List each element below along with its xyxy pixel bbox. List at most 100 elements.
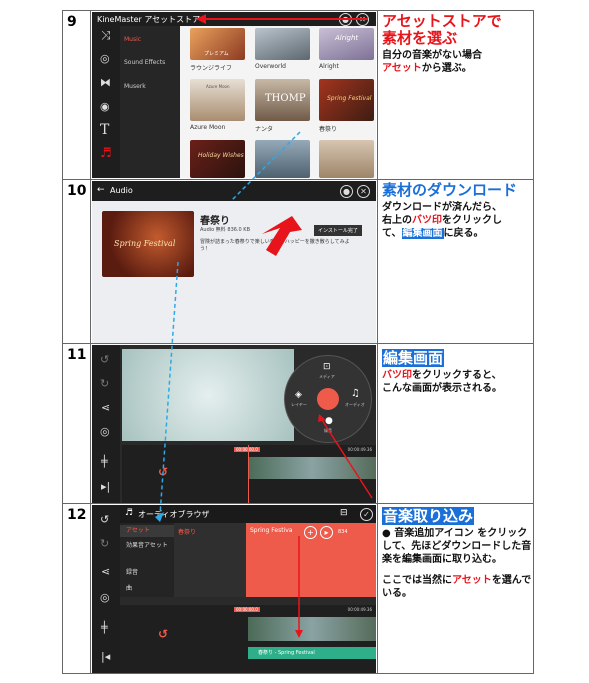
sidebar-item-sfx[interactable]: 効果音アセット (126, 540, 172, 549)
item-description: 冒険が詰まった春祭りで楽しい音楽でハッピーを撒き散らしてみよう！ (200, 239, 350, 252)
undo-icon[interactable]: ↺ (100, 353, 109, 366)
step-number: 11 (63, 344, 91, 504)
account-icon[interactable]: ● (339, 13, 352, 26)
screen-title: Audio (110, 186, 133, 195)
audio-detail-screenshot: ← Audio ● ✕ Spring Festival 春祭り Audio 無料… (92, 181, 376, 343)
item-meta: Audio 無料 836.0 KB (200, 227, 251, 233)
category-icon-bar: ⤨ ◎ ⧓ ◉ T ♬ (92, 26, 120, 178)
split-icon[interactable]: ╪ (101, 621, 108, 634)
music-note-icon: ♬ (125, 508, 134, 518)
play-icon[interactable]: ▸| (101, 480, 110, 493)
playhead[interactable] (248, 445, 249, 503)
window-title: KineMaster アセットストア (97, 15, 201, 24)
track-size: 834 (338, 529, 348, 535)
asset-thumb[interactable] (319, 140, 374, 178)
play-preview-icon[interactable]: ▸ (320, 526, 333, 539)
timeline: 00:00:00.0 00:00:49.36 ↺ (122, 445, 376, 503)
desc-heading-highlight: アセットストア (382, 12, 487, 30)
asset-label: Azure Moon (190, 124, 226, 131)
sidebar-item-muserk[interactable]: Muserk (124, 83, 146, 90)
step-number: 9 (63, 11, 91, 179)
text-icon[interactable]: T (100, 122, 109, 138)
desc-heading: 編集画面 (382, 349, 445, 367)
sidebar-item-sound-effects[interactable]: Sound Effects (124, 59, 165, 66)
sidebar-item-songs[interactable]: 曲 (126, 583, 132, 592)
confirm-icon[interactable]: ✓ (360, 508, 373, 521)
desc-body: こんな画面が表示される。 (382, 383, 502, 394)
title-bar: ← Audio ● ✕ (92, 181, 376, 201)
asset-thumb-alright[interactable]: Alright (319, 28, 374, 60)
desc-body: ダウンロードが済んだら、 (382, 202, 502, 213)
time-total: 00:00:49.36 (347, 447, 372, 452)
asset-thumb-spring-festival[interactable]: Spring Festival (319, 79, 374, 121)
category-list: 春祭り (174, 523, 246, 597)
asset-thumb-overworld[interactable] (255, 28, 310, 60)
track-list: Spring Festiva + ▸ 834 (246, 523, 376, 597)
asset-thumb-azure-moon[interactable]: Azure Moon (190, 79, 245, 121)
media-icon[interactable]: ⊡ (323, 362, 331, 372)
sidebar-item-recording[interactable]: 録音 (126, 567, 138, 576)
mic-icon[interactable]: ● (325, 416, 333, 426)
desc-body: 自分の音楽がない場合 (382, 50, 482, 61)
share-icon[interactable]: ⋖ (101, 565, 110, 578)
transition-icon[interactable]: ⧓ (100, 76, 111, 89)
browser-sidebar: アセット 効果音アセット 録音 曲 (120, 523, 174, 597)
account-icon[interactable]: ● (340, 185, 353, 198)
timeline: 00:00:00.0 00:00:49.36 春祭り - Spring Fest… (120, 605, 376, 673)
track-name[interactable]: Spring Festiva (250, 527, 292, 534)
step-description: 素材のダウンロード ダウンロードが済んだら、 右上のバツ印をクリックし て、編集… (377, 180, 533, 344)
browser-title: オーディオブラウザ (138, 510, 210, 519)
video-clip[interactable] (248, 457, 376, 479)
install-complete-button[interactable]: インストール完了 (314, 225, 362, 236)
preview-area (122, 349, 294, 441)
redo-icon[interactable]: ↻ (100, 537, 109, 550)
asset-label: ラウンジライフ (190, 65, 233, 72)
desc-keyword: アセット (452, 575, 492, 586)
back-arrow-icon[interactable]: ← (97, 185, 105, 195)
desc-body: 音楽追加アイコン をクリックして、先ほどダウンロードした音楽を編集画面に取り込む… (382, 528, 532, 565)
audio-clip[interactable]: 春祭り - Spring Festival (248, 647, 376, 659)
asset-thumb-holiday-wishes[interactable]: Holiday Wishes (190, 140, 245, 178)
settings-icon[interactable]: ◎ (100, 591, 110, 604)
effects-icon[interactable]: ◎ (100, 52, 110, 65)
item-title: 春祭り (200, 216, 230, 227)
step-number: 12 (63, 504, 91, 674)
music-note-icon[interactable]: ♬ (100, 146, 112, 161)
asset-store-screenshot: KineMaster アセットストア ● ✕ ⤨ ◎ ⧓ ◉ T ♬ Music… (92, 12, 376, 178)
video-clip[interactable] (248, 617, 376, 641)
audio-browser-screenshot: ↺ ↻ ⋖ ◎ ╪ |◂ ♬ オーディオブラウザ ⊟ ✓ アセット 効果音アセッ… (92, 505, 376, 673)
step-number: 10 (63, 180, 91, 344)
share-icon[interactable]: ⋖ (101, 401, 110, 414)
sidebar-item-asset[interactable]: アセット (120, 525, 174, 537)
audio-icon[interactable]: ♫ (351, 388, 360, 399)
sticker-icon[interactable]: ◉ (100, 100, 110, 113)
asset-label: 春祭り (319, 126, 338, 133)
step-description: 編集画面 バツ印をクリックすると、 こんな画面が表示される。 (377, 344, 533, 504)
record-button[interactable] (317, 388, 339, 410)
undo-icon[interactable]: ↺ (100, 513, 109, 526)
category-item[interactable]: 春祭り (178, 527, 196, 536)
add-music-icon[interactable]: + (304, 526, 317, 539)
clip-marker-icon: ↺ (158, 627, 169, 641)
layer-icon[interactable]: ◈ (295, 390, 302, 400)
sidebar-item-music[interactable]: Music (124, 36, 141, 43)
split-icon[interactable]: ╪ (101, 455, 108, 468)
asset-thumb[interactable] (255, 140, 310, 178)
desc-heading: 素材のダウンロード (382, 181, 518, 199)
mic-icon: ● (382, 528, 391, 539)
asset-label: Overworld (255, 63, 286, 70)
asset-thumb-nanta[interactable]: THOMP (255, 79, 310, 121)
redo-icon[interactable]: ↻ (100, 377, 109, 390)
step-description: アセットストアで 素材を選ぶ 自分の音楽がない場合 アセットから選ぶ。 (377, 11, 533, 179)
settings-icon[interactable]: ◎ (100, 425, 110, 438)
step-row-9: 9 KineMaster アセットストア ● ✕ ⤨ ◎ ⧓ ◉ T ♬ Mus… (63, 11, 533, 179)
shuffle-icon[interactable]: ⤨ (101, 28, 111, 43)
close-icon[interactable]: ✕ (356, 13, 369, 26)
desc-keyword: アセット (382, 63, 422, 74)
wheel-label-media: メディア (319, 374, 335, 379)
store-icon[interactable]: ⊟ (340, 508, 348, 518)
close-icon[interactable]: ✕ (357, 185, 370, 198)
audio-clip-label: 春祭り - Spring Festival (258, 650, 315, 656)
play-icon[interactable]: |◂ (101, 650, 110, 663)
asset-thumb-lounge[interactable]: プレミアム (190, 28, 245, 60)
